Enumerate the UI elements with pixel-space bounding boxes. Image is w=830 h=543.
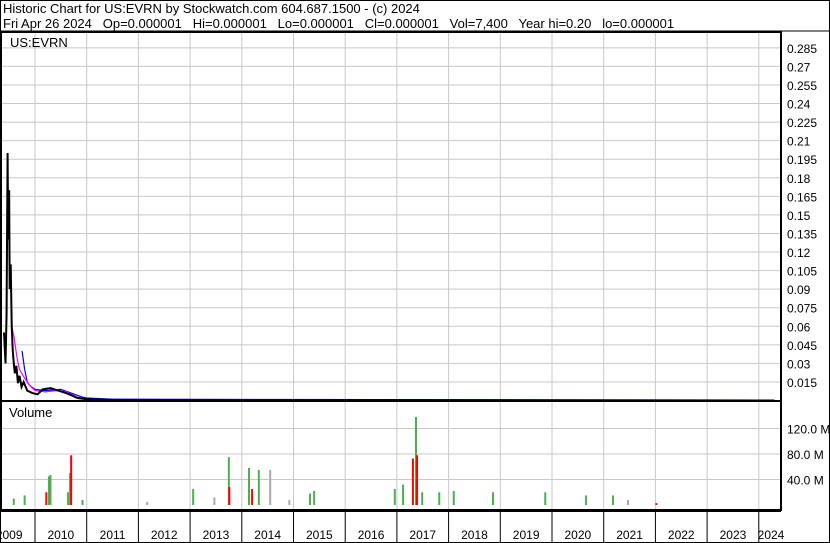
year-label: 2019 xyxy=(513,528,540,542)
volume-bar xyxy=(269,469,272,505)
price-tick-label: 0.18 xyxy=(787,172,811,186)
year-label: 2017 xyxy=(409,528,436,542)
price-tick-label: 0.015 xyxy=(787,376,817,390)
volume-bar xyxy=(12,498,15,505)
volume-bar xyxy=(411,458,414,505)
volume-bar xyxy=(248,468,251,505)
volume-bar xyxy=(402,484,405,505)
price-tick-label: 0.03 xyxy=(787,357,811,371)
volume-bar xyxy=(393,489,396,505)
volume-bar xyxy=(626,499,629,505)
series-ma-long xyxy=(21,350,775,401)
year-label: 2024 xyxy=(758,528,785,542)
volume-bar xyxy=(585,495,588,505)
volume-bar xyxy=(288,499,291,505)
price-tick-label: 0.15 xyxy=(787,209,811,223)
price-tick-label: 0.045 xyxy=(787,339,817,353)
price-tick-label: 0.195 xyxy=(787,153,817,167)
price-tick-label: 0.225 xyxy=(787,116,817,130)
price-tick-label: 0.285 xyxy=(787,42,817,56)
volume-tick-label: 40.0 M xyxy=(787,474,824,488)
volume-bar xyxy=(146,501,149,505)
price-tick-label: 0.12 xyxy=(787,246,811,260)
year-label: 2020 xyxy=(564,528,591,542)
volume-bar xyxy=(251,489,254,505)
volume-bar xyxy=(49,475,52,505)
stock-chart: Historic Chart for US:EVRN by Stockwatch… xyxy=(0,0,830,543)
price-tick-label: 0.165 xyxy=(787,190,817,204)
volume-bar xyxy=(452,490,455,505)
volume-bar xyxy=(544,492,547,505)
volume-bar xyxy=(655,503,658,505)
year-label: 2013 xyxy=(203,528,230,542)
year-label: 2015 xyxy=(306,528,333,542)
volume-label: Volume xyxy=(9,405,52,420)
price-tick-label: 0.09 xyxy=(787,283,811,297)
volume-bar xyxy=(23,495,26,505)
price-tick-label: 0.135 xyxy=(787,227,817,241)
price-tick-label: 0.27 xyxy=(787,60,811,74)
price-tick-label: 0.21 xyxy=(787,135,811,149)
volume-tick-label: 120.0 M xyxy=(787,423,830,437)
price-tick-label: 0.075 xyxy=(787,302,817,316)
year-label: 2018 xyxy=(461,528,488,542)
volume-bar xyxy=(257,469,260,505)
price-tick-label: 0.105 xyxy=(787,265,817,279)
volume-bar xyxy=(67,492,70,505)
volume-bar xyxy=(228,487,231,505)
year-label: 2010 xyxy=(47,528,74,542)
volume-tick-label: 80.0 M xyxy=(787,448,824,462)
symbol-label: US:EVRN xyxy=(10,35,68,50)
volume-bar xyxy=(492,492,495,505)
price-tick-label: 0.06 xyxy=(787,320,811,334)
volume-bar xyxy=(309,493,312,505)
volume-bar xyxy=(611,495,614,505)
volume-bar xyxy=(213,497,216,505)
price-tick-label: 0.24 xyxy=(787,98,811,112)
volume-bar xyxy=(313,490,316,505)
year-label: 2023 xyxy=(720,528,747,542)
year-label: 2016 xyxy=(358,528,385,542)
year-label: 2021 xyxy=(616,528,643,542)
chart-svg: 0.285 0.27 0.255 0.24 0.225 0.21 0.195 0.18 0.16… xyxy=(0,0,830,543)
year-label: 2014 xyxy=(254,528,281,542)
year-label: 2009 xyxy=(0,528,23,542)
year-label: 2012 xyxy=(151,528,178,542)
volume-bar xyxy=(421,492,424,505)
price-tick-label: 0.255 xyxy=(787,79,817,93)
year-label: 2011 xyxy=(100,528,126,542)
volume-bar xyxy=(81,499,84,505)
year-label: 2022 xyxy=(668,528,695,542)
volume-bar xyxy=(438,492,441,505)
volume-bar xyxy=(416,455,419,505)
volume-bar xyxy=(70,455,73,505)
volume-bar xyxy=(45,492,48,505)
volume-bar xyxy=(192,489,195,505)
